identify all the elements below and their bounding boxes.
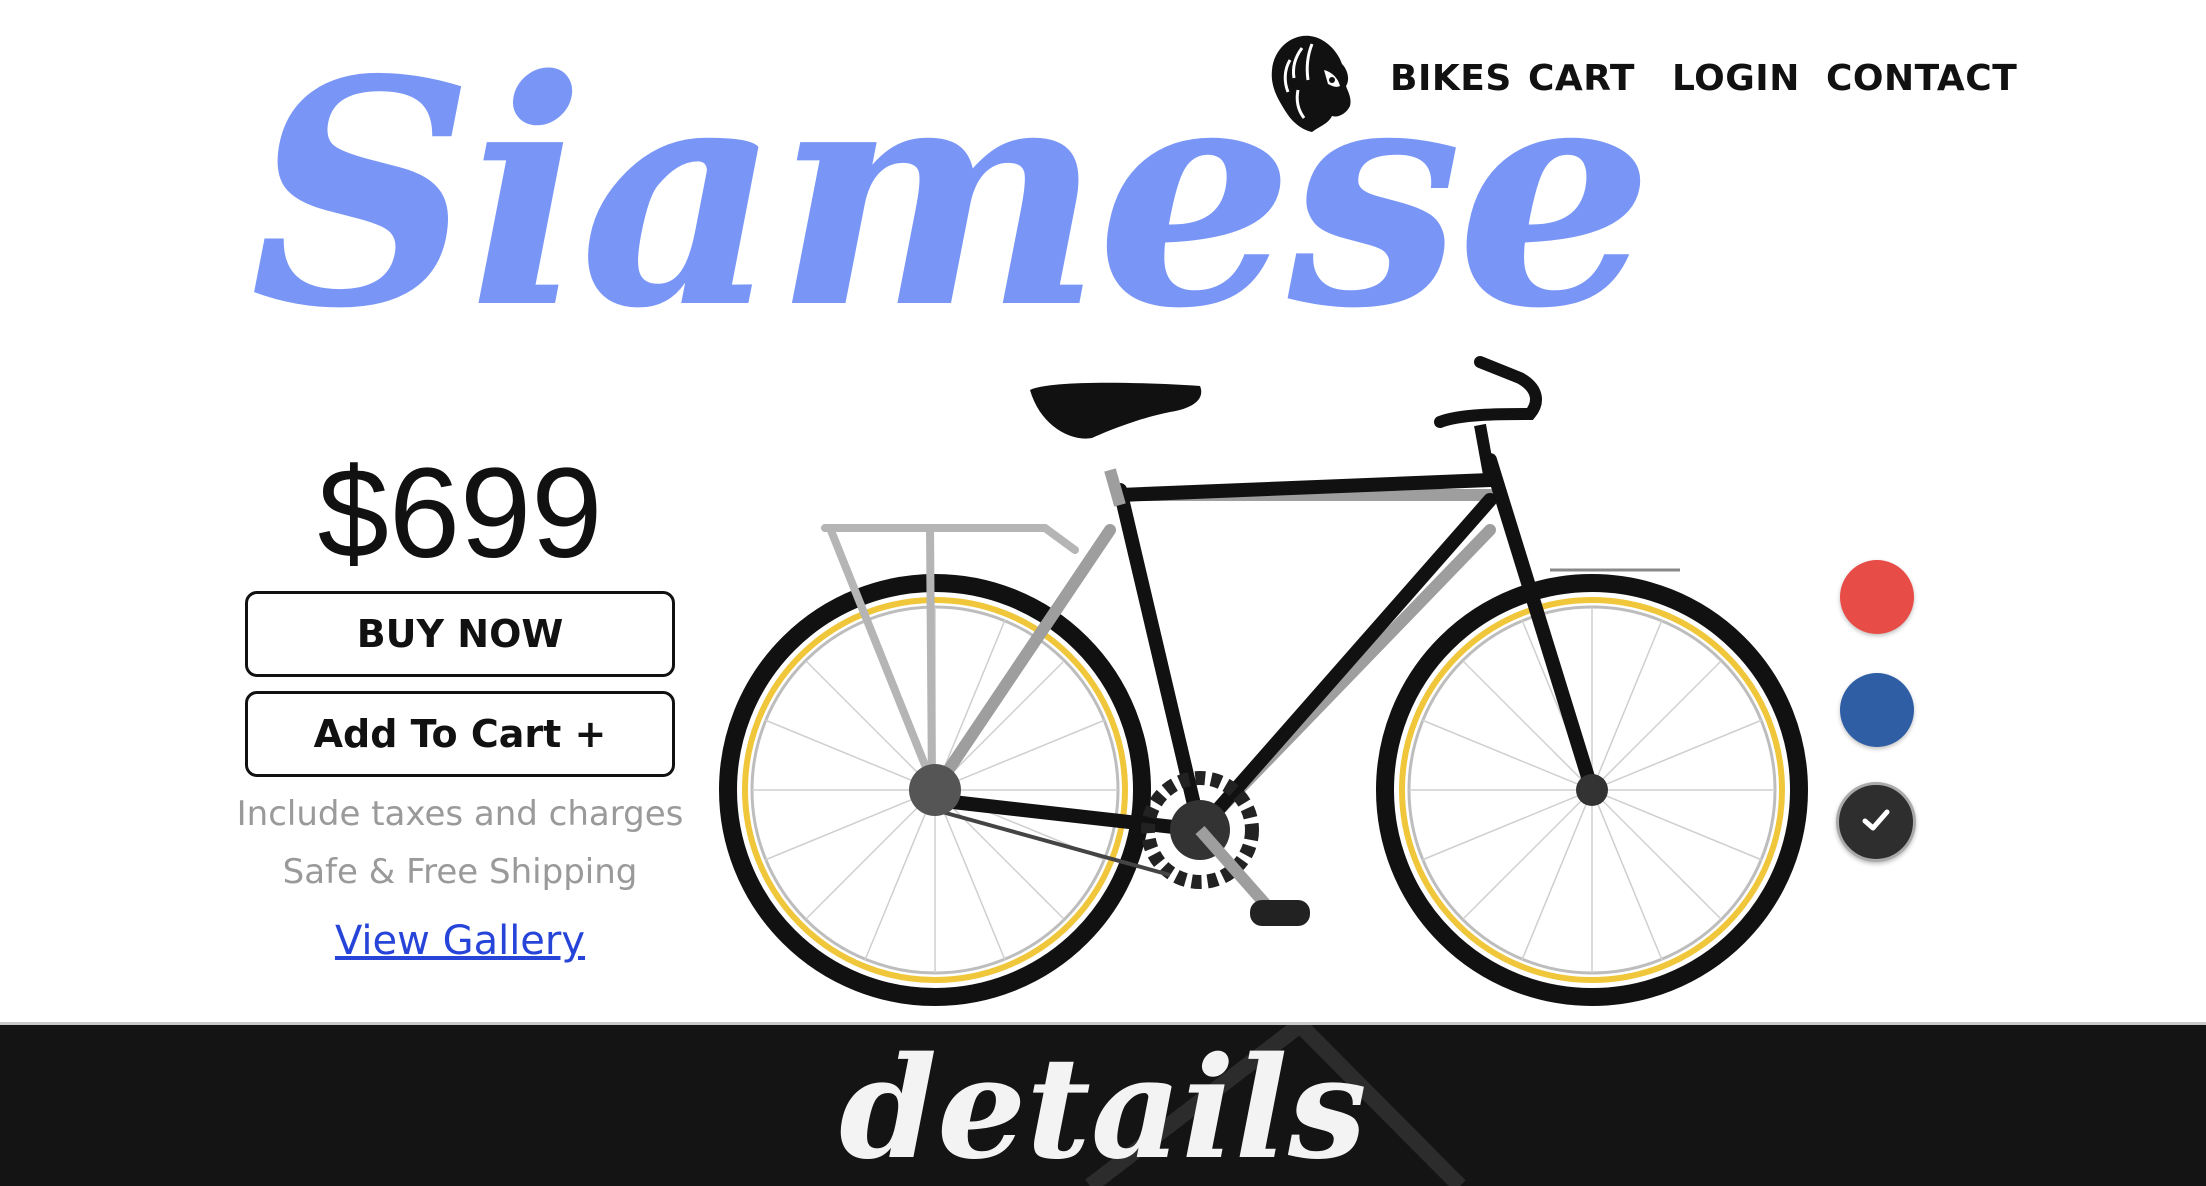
checkmark-icon bbox=[1859, 803, 1893, 841]
product-title: Siamese bbox=[250, 13, 1654, 377]
bicycle-image bbox=[700, 330, 1830, 1010]
product-price: $699 bbox=[317, 442, 603, 585]
view-gallery-link[interactable]: View Gallery bbox=[200, 918, 720, 964]
add-to-cart-button[interactable]: Add To Cart + bbox=[245, 691, 675, 777]
color-swatch-black[interactable] bbox=[1836, 782, 1916, 862]
color-swatch-red[interactable] bbox=[1840, 560, 1914, 634]
nav-login[interactable]: LOGIN bbox=[1672, 58, 1800, 99]
nav-contact[interactable]: CONTACT bbox=[1826, 58, 2017, 99]
details-title: details bbox=[839, 1027, 1367, 1186]
taxes-note: Include taxes and charges bbox=[236, 794, 684, 834]
buy-now-button[interactable]: BUY NOW bbox=[245, 591, 675, 677]
color-swatch-blue[interactable] bbox=[1840, 673, 1914, 747]
details-section: details bbox=[0, 1025, 2206, 1186]
shipping-note: Safe & Free Shipping bbox=[282, 852, 638, 892]
